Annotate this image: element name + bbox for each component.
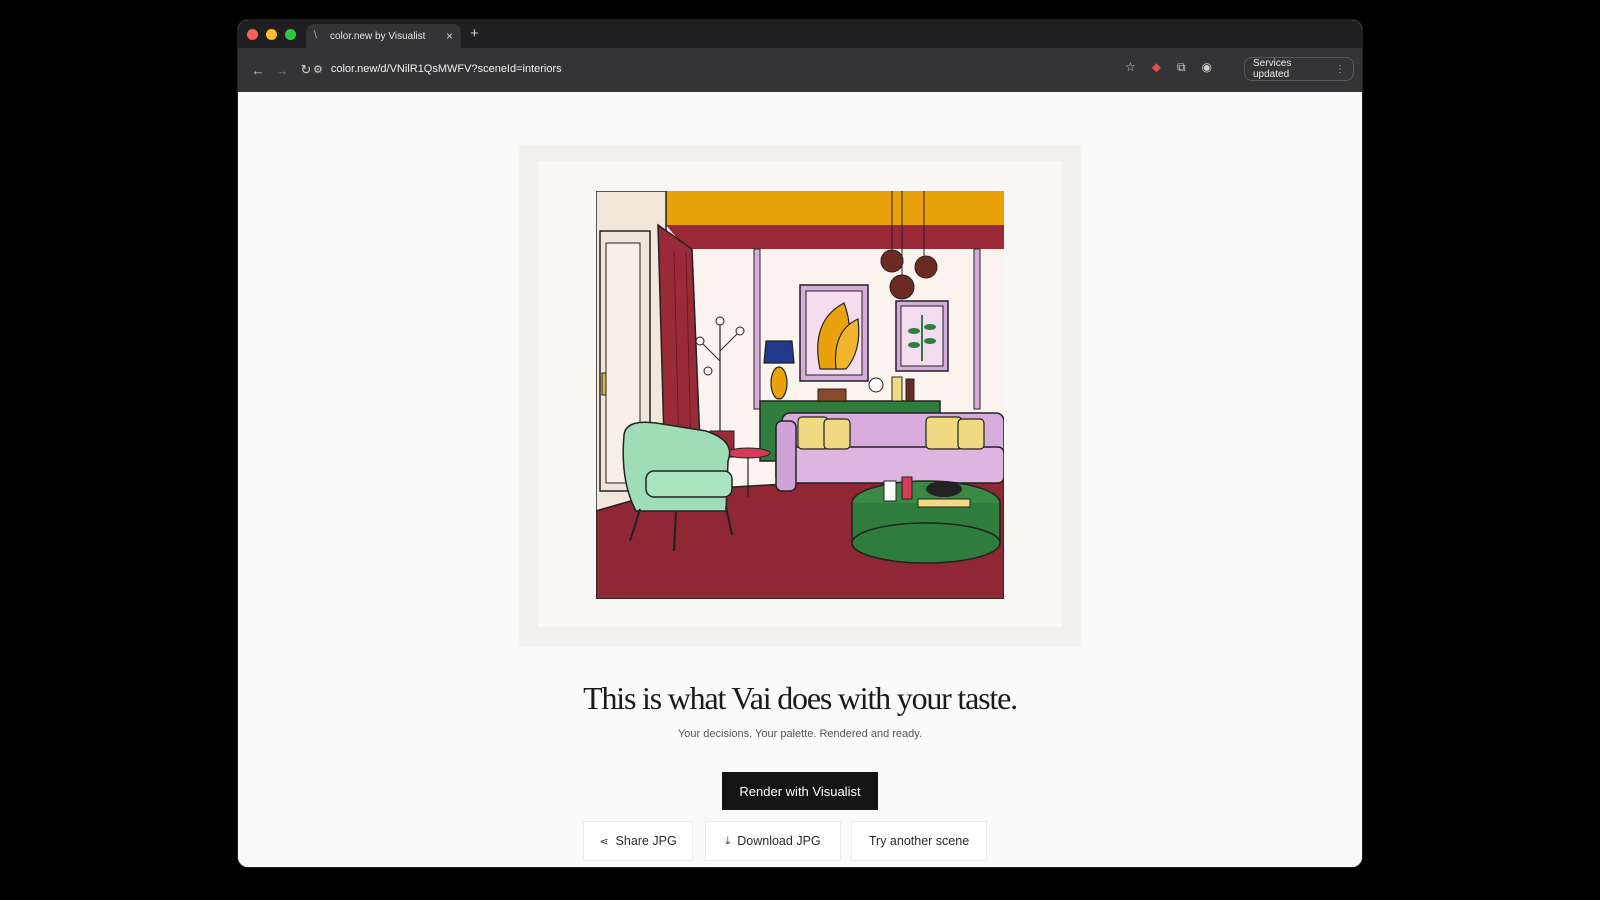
page-headline: This is what Vai does with your taste. <box>583 680 1018 716</box>
tab-close-icon[interactable]: × <box>446 30 453 42</box>
window-controls <box>247 28 296 40</box>
page-content: This is what Vai does with your taste. Y… <box>238 92 1362 867</box>
render-with-visualist-button[interactable]: Render with Visualist <box>722 772 878 810</box>
download-icon: ⤓ <box>725 834 731 847</box>
profile-icon[interactable]: ◉ <box>1202 60 1212 75</box>
download-jpg-button[interactable]: ⤓ Download JPG <box>705 821 841 861</box>
tab-bar: \ color.new by Visualist × + <box>238 20 1362 48</box>
download-jpg-label: Download JPG <box>737 834 821 848</box>
puzzle-icon[interactable]: ⧉ <box>1177 60 1186 75</box>
try-another-scene-label: Try another scene <box>868 834 970 848</box>
forward-arrow-icon[interactable]: → <box>270 63 294 78</box>
extension-icon[interactable]: ◆ <box>1152 60 1161 75</box>
browser-tab[interactable]: \ color.new by Visualist × <box>306 24 461 48</box>
browser-toolbar: ← → ↻ ⚙ color.new/d/VNilR1QsMWFV?sceneId… <box>238 48 1362 92</box>
tab-title: color.new by Visualist <box>330 30 426 42</box>
star-icon[interactable]: ☆ <box>1125 60 1136 75</box>
services-updated-button[interactable]: Services updated ⋮ <box>1244 57 1354 81</box>
site-settings-icon[interactable]: ⚙ <box>313 63 323 76</box>
artwork-frame <box>520 145 1080 645</box>
browser-window: \ color.new by Visualist × + ← → ↻ ⚙ col… <box>238 20 1362 867</box>
services-label: Services updated <box>1253 58 1292 80</box>
menu-icon[interactable]: ⋮ <box>1335 64 1345 75</box>
share-jpg-button[interactable]: ⋖ Share JPG <box>583 821 693 861</box>
minimize-window-button[interactable] <box>266 28 277 40</box>
toolbar-icons: ☆ ◆ ⧉ ◉ <box>1125 60 1212 75</box>
close-window-button[interactable] <box>247 28 258 40</box>
favicon-icon: \ <box>314 30 317 41</box>
try-another-scene-button[interactable]: Try another scene <box>851 821 987 861</box>
maximize-window-button[interactable] <box>285 28 296 40</box>
share-jpg-label: Share JPG <box>615 834 677 848</box>
url-text[interactable]: color.new/d/VNilR1QsMWFV?sceneId=interio… <box>331 63 562 75</box>
back-arrow-icon[interactable]: ← <box>246 63 270 78</box>
share-icon: ⋖ <box>599 835 609 848</box>
address-bar[interactable]: ⚙ color.new/d/VNilR1QsMWFV?sceneId=inter… <box>313 57 1143 81</box>
page-subline: Your decisions. Your palette. Rendered a… <box>677 728 922 740</box>
artwork-mat <box>538 161 1062 627</box>
new-tab-icon[interactable]: + <box>470 26 479 41</box>
interior-illustration <box>596 191 1004 599</box>
